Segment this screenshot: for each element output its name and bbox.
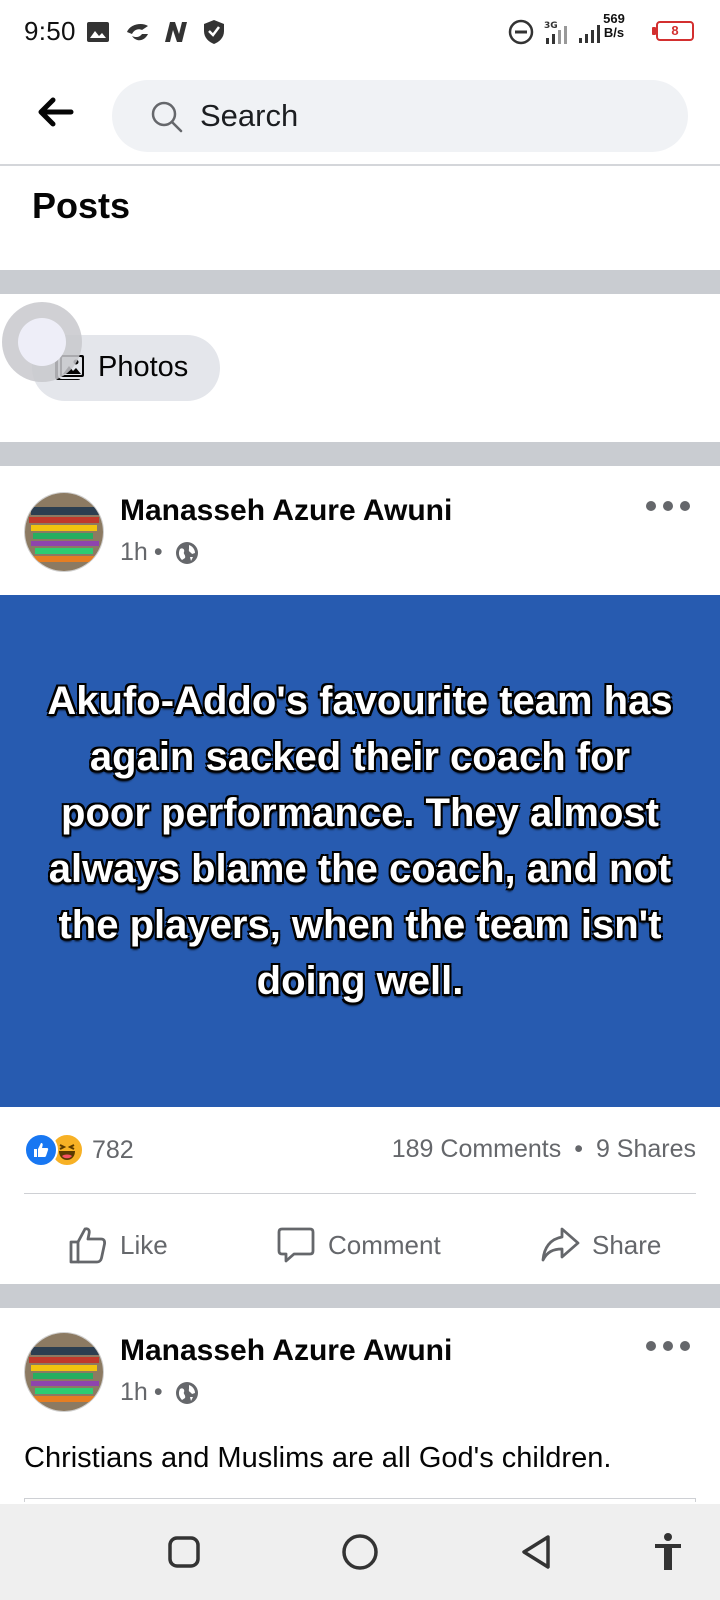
page-title: Posts <box>32 185 131 226</box>
comment-label: Comment <box>328 1229 441 1260</box>
post-text-card[interactable]: Akufo-Addo's favourite team has again sa… <box>0 595 720 1107</box>
more-dot <box>646 1341 656 1351</box>
meta-separator: • <box>153 538 163 566</box>
square-icon <box>168 1536 200 1568</box>
meta-separator: • <box>153 1378 163 1406</box>
n-notification-icon <box>162 18 190 46</box>
triangle-back-icon <box>522 1535 550 1569</box>
network-speed-unit: B/s <box>603 25 625 40</box>
shield-notification-icon <box>202 18 226 46</box>
comments-count[interactable]: 189 Comments <box>392 1135 562 1163</box>
post-time: 1h <box>120 538 148 566</box>
search-header: Search <box>0 66 720 166</box>
recents-button[interactable] <box>160 1528 208 1576</box>
gallery-notification-icon <box>86 18 110 46</box>
app-notification-icon <box>124 18 152 46</box>
post-stats: 189 Comments • 9 Shares <box>392 1135 696 1164</box>
post-meta: 1h • <box>120 1378 199 1407</box>
share-icon <box>541 1227 580 1262</box>
post-body-text: Christians and Muslims are all God's chi… <box>24 1442 612 1474</box>
section-divider <box>0 442 720 466</box>
shares-count[interactable]: 9 Shares <box>596 1135 696 1163</box>
like-button[interactable]: Like <box>68 1222 168 1268</box>
like-reaction-icon <box>24 1133 58 1167</box>
system-nav-bar <box>0 1504 720 1600</box>
battery-level: 8 <box>671 23 679 38</box>
network-speed: 569 B/s <box>596 12 632 40</box>
thumbs-up-icon <box>69 1227 107 1264</box>
reaction-summary[interactable]: 782 <box>24 1133 134 1167</box>
photos-filter-label: Photos <box>98 351 189 383</box>
home-button[interactable] <box>336 1528 384 1576</box>
share-label: Share <box>592 1229 662 1260</box>
accessibility-button[interactable] <box>644 1528 692 1576</box>
search-input[interactable]: Search <box>112 80 688 152</box>
signal-3g-icon: 3G <box>544 18 574 46</box>
avatar[interactable] <box>24 492 104 572</box>
avatar[interactable] <box>24 1332 104 1412</box>
like-label: Like <box>120 1229 168 1260</box>
reaction-count: 782 <box>92 1135 134 1164</box>
stats-separator: • <box>574 1135 583 1163</box>
more-options-button[interactable] <box>646 1336 690 1356</box>
more-dot <box>680 501 690 511</box>
section-divider <box>0 1284 720 1308</box>
accessibility-icon <box>655 1533 681 1570</box>
post-author[interactable]: Manasseh Azure Awuni <box>120 494 452 528</box>
status-time: 9:50 <box>24 16 76 46</box>
search-icon <box>151 101 183 133</box>
post-meta: 1h • <box>120 538 199 567</box>
search-text: Search <box>200 98 299 133</box>
link-preview[interactable] <box>24 1498 696 1502</box>
arrow-left-icon <box>38 97 74 127</box>
dnd-icon <box>508 18 534 46</box>
back-button[interactable] <box>34 90 78 134</box>
post-author[interactable]: Manasseh Azure Awuni <box>120 1334 452 1368</box>
more-dot <box>680 1341 690 1351</box>
more-dot <box>663 501 673 511</box>
touch-indicator <box>2 302 82 382</box>
globe-icon <box>175 541 198 564</box>
divider-line <box>24 1193 696 1194</box>
circle-icon <box>342 1534 378 1570</box>
network-speed-value: 569 <box>603 11 625 26</box>
comment-icon <box>277 1227 315 1263</box>
share-button[interactable]: Share <box>540 1222 661 1268</box>
more-dot <box>663 1341 673 1351</box>
globe-icon <box>175 1381 198 1404</box>
post-time: 1h <box>120 1378 148 1406</box>
status-bar: 9:50 3G 569 B/s 8 <box>0 0 720 66</box>
post-card-text: Akufo-Addo's favourite team has again sa… <box>47 679 673 1003</box>
more-dot <box>646 501 656 511</box>
section-divider <box>0 270 720 294</box>
post-actions: Like Comment Share <box>0 1210 720 1280</box>
svg-text:3G: 3G <box>544 21 558 31</box>
more-options-button[interactable] <box>646 496 690 516</box>
battery-icon: 8 <box>652 21 694 41</box>
comment-button[interactable]: Comment <box>276 1222 441 1268</box>
back-nav-button[interactable] <box>512 1528 560 1576</box>
